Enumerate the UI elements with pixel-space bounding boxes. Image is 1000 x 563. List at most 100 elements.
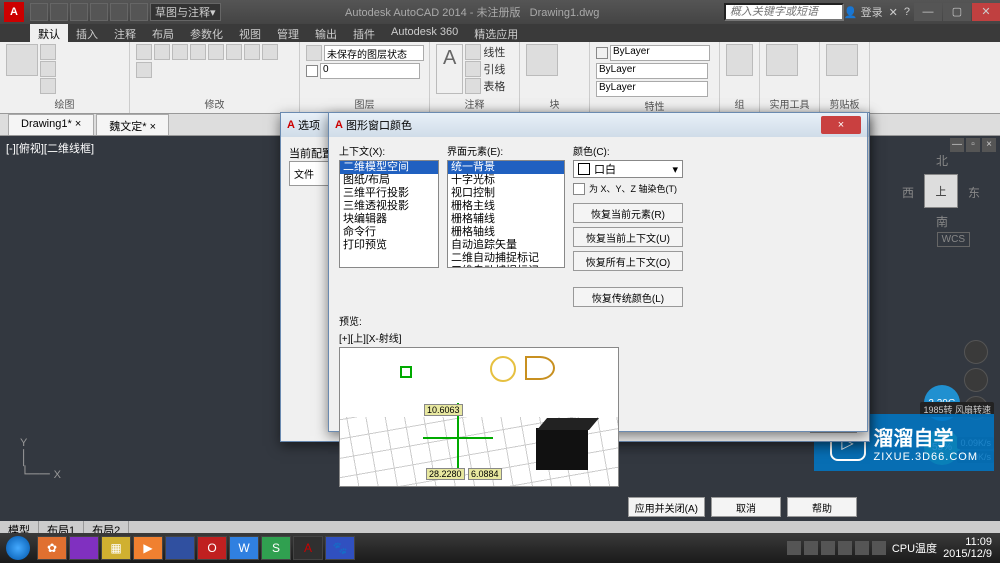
- restore-element-button[interactable]: 恢复当前元素(R): [573, 203, 683, 223]
- tab-default[interactable]: 默认: [30, 24, 68, 42]
- tray-icon[interactable]: [855, 541, 869, 555]
- doc-restore-icon[interactable]: ▫: [966, 138, 980, 152]
- fillet-tool-icon[interactable]: [226, 44, 242, 60]
- viewcube-top[interactable]: 上: [924, 174, 958, 208]
- layer-state-dropdown[interactable]: 未保存的图层状态: [324, 45, 424, 61]
- minimize-button[interactable]: —: [914, 3, 942, 21]
- leader-tool[interactable]: 引线: [465, 61, 505, 77]
- lineweight-dropdown[interactable]: ByLayer: [596, 63, 708, 79]
- taskbar-media[interactable]: ▶: [133, 536, 163, 560]
- taskbar-explorer[interactable]: ▦: [101, 536, 131, 560]
- taskbar-opera[interactable]: O: [197, 536, 227, 560]
- text-tool-icon[interactable]: A: [436, 44, 463, 94]
- viewcube-east[interactable]: 东: [968, 184, 980, 201]
- qat-redo-icon[interactable]: [110, 3, 128, 21]
- tab-plugins[interactable]: 插件: [345, 24, 383, 42]
- close-tab-icon[interactable]: ×: [150, 121, 156, 133]
- arc-tool[interactable]: [40, 78, 56, 94]
- file-tab-1[interactable]: Drawing1* ×: [8, 114, 94, 135]
- tray-icon[interactable]: [872, 541, 886, 555]
- dim-linear-tool[interactable]: 线性: [465, 44, 505, 60]
- close-button[interactable]: ✕: [972, 3, 1000, 21]
- tab-a360[interactable]: Autodesk 360: [383, 24, 466, 42]
- tray-icon[interactable]: [838, 541, 852, 555]
- measure-icon[interactable]: [766, 44, 798, 76]
- restore-all-contexts-button[interactable]: 恢复所有上下文(O): [573, 251, 683, 271]
- tab-layout[interactable]: 布局: [144, 24, 182, 42]
- viewport-label[interactable]: [-][俯视][二维线框]: [6, 140, 94, 156]
- taskbar-baidu[interactable]: 🐾: [325, 536, 355, 560]
- qat-print-icon[interactable]: [130, 3, 148, 21]
- table-tool[interactable]: 表格: [465, 78, 505, 94]
- tab-output[interactable]: 输出: [307, 24, 345, 42]
- layer-props-icon[interactable]: [306, 45, 322, 61]
- tray-icon[interactable]: [804, 541, 818, 555]
- mirror-tool-icon[interactable]: [208, 44, 224, 60]
- file-tab-2[interactable]: 魏文定* ×: [96, 114, 169, 135]
- tab-parametric[interactable]: 参数化: [182, 24, 231, 42]
- help-search-input[interactable]: [724, 3, 844, 21]
- app-icon[interactable]: A: [4, 2, 24, 22]
- doc-close-icon[interactable]: ×: [982, 138, 996, 152]
- apply-close-button[interactable]: 应用并关闭(A): [628, 497, 705, 517]
- element-listbox[interactable]: 统一背景 十字光标 视口控制 栅格主线 栅格辅线 栅格轴线 自动追踪矢量 二维自…: [447, 160, 565, 268]
- color-dropdown[interactable]: ByLayer: [610, 45, 710, 61]
- nav-wheel-icon[interactable]: [964, 340, 988, 364]
- array-tool-icon[interactable]: [136, 62, 152, 78]
- system-clock[interactable]: 11:092015/12/9: [943, 536, 992, 560]
- doc-minimize-icon[interactable]: —: [950, 138, 964, 152]
- tint-xyz-checkbox[interactable]: [573, 183, 585, 195]
- qat-save-icon[interactable]: [70, 3, 88, 21]
- start-button[interactable]: [0, 533, 36, 563]
- restore-classic-colors-button[interactable]: 恢复传统颜色(L): [573, 287, 683, 307]
- viewcube-south[interactable]: 南: [936, 213, 948, 230]
- taskbar-app-1[interactable]: ✿: [37, 536, 67, 560]
- maximize-button[interactable]: ▢: [943, 3, 971, 21]
- taskbar-autocad[interactable]: A: [293, 536, 323, 560]
- group-icon[interactable]: [726, 44, 753, 76]
- pan-icon[interactable]: [964, 368, 988, 392]
- polyline-tool[interactable]: [40, 44, 56, 60]
- qat-open-icon[interactable]: [50, 3, 68, 21]
- taskbar-word[interactable]: W: [229, 536, 259, 560]
- view-cube[interactable]: 北 南 西 东 上: [906, 156, 976, 226]
- trim-tool-icon[interactable]: [190, 44, 206, 60]
- wcs-label[interactable]: WCS: [937, 232, 970, 247]
- viewcube-north[interactable]: 北: [936, 152, 948, 169]
- exchange-icon[interactable]: ✕: [889, 6, 898, 19]
- tab-annotate[interactable]: 注释: [106, 24, 144, 42]
- copy-tool-icon[interactable]: [154, 44, 170, 60]
- rotate-tool-icon[interactable]: [172, 44, 188, 60]
- help-icon[interactable]: ?: [904, 6, 910, 18]
- taskbar-app-5[interactable]: [165, 536, 195, 560]
- restore-context-button[interactable]: 恢复当前上下文(U): [573, 227, 683, 247]
- help-button[interactable]: 帮助: [787, 497, 857, 517]
- color-dropdown[interactable]: 口白 ▾: [573, 160, 683, 178]
- line-tool-icon[interactable]: [6, 44, 38, 76]
- viewcube-west[interactable]: 西: [902, 184, 914, 201]
- move-tool-icon[interactable]: [136, 44, 152, 60]
- stretch-tool-icon[interactable]: [244, 44, 260, 60]
- tab-manage[interactable]: 管理: [269, 24, 307, 42]
- scale-tool-icon[interactable]: [262, 44, 278, 60]
- tray-icon[interactable]: [787, 541, 801, 555]
- tab-view[interactable]: 视图: [231, 24, 269, 42]
- tray-icon[interactable]: [821, 541, 835, 555]
- tab-featured[interactable]: 精选应用: [466, 24, 526, 42]
- close-tab-icon[interactable]: ×: [75, 118, 81, 130]
- tab-insert[interactable]: 插入: [68, 24, 106, 42]
- taskbar-app-2[interactable]: [69, 536, 99, 560]
- current-layer-dropdown[interactable]: 0: [320, 63, 420, 79]
- linetype-dropdown[interactable]: ByLayer: [596, 81, 708, 97]
- cancel-button[interactable]: 取消: [711, 497, 781, 517]
- workspace-dropdown[interactable]: 草图与注释 ▾: [150, 3, 221, 21]
- qat-new-icon[interactable]: [30, 3, 48, 21]
- colors-close-button[interactable]: ×: [821, 116, 861, 134]
- insert-block-icon[interactable]: [526, 44, 558, 76]
- login-link[interactable]: 👤 登录: [844, 4, 883, 20]
- taskbar-app-8[interactable]: S: [261, 536, 291, 560]
- context-listbox[interactable]: 二维模型空间 图纸/布局 三维平行投影 三维透视投影 块编辑器 命令行 打印预览: [339, 160, 439, 268]
- qat-undo-icon[interactable]: [90, 3, 108, 21]
- color-swatch[interactable]: [596, 47, 608, 59]
- circle-tool[interactable]: [40, 61, 56, 77]
